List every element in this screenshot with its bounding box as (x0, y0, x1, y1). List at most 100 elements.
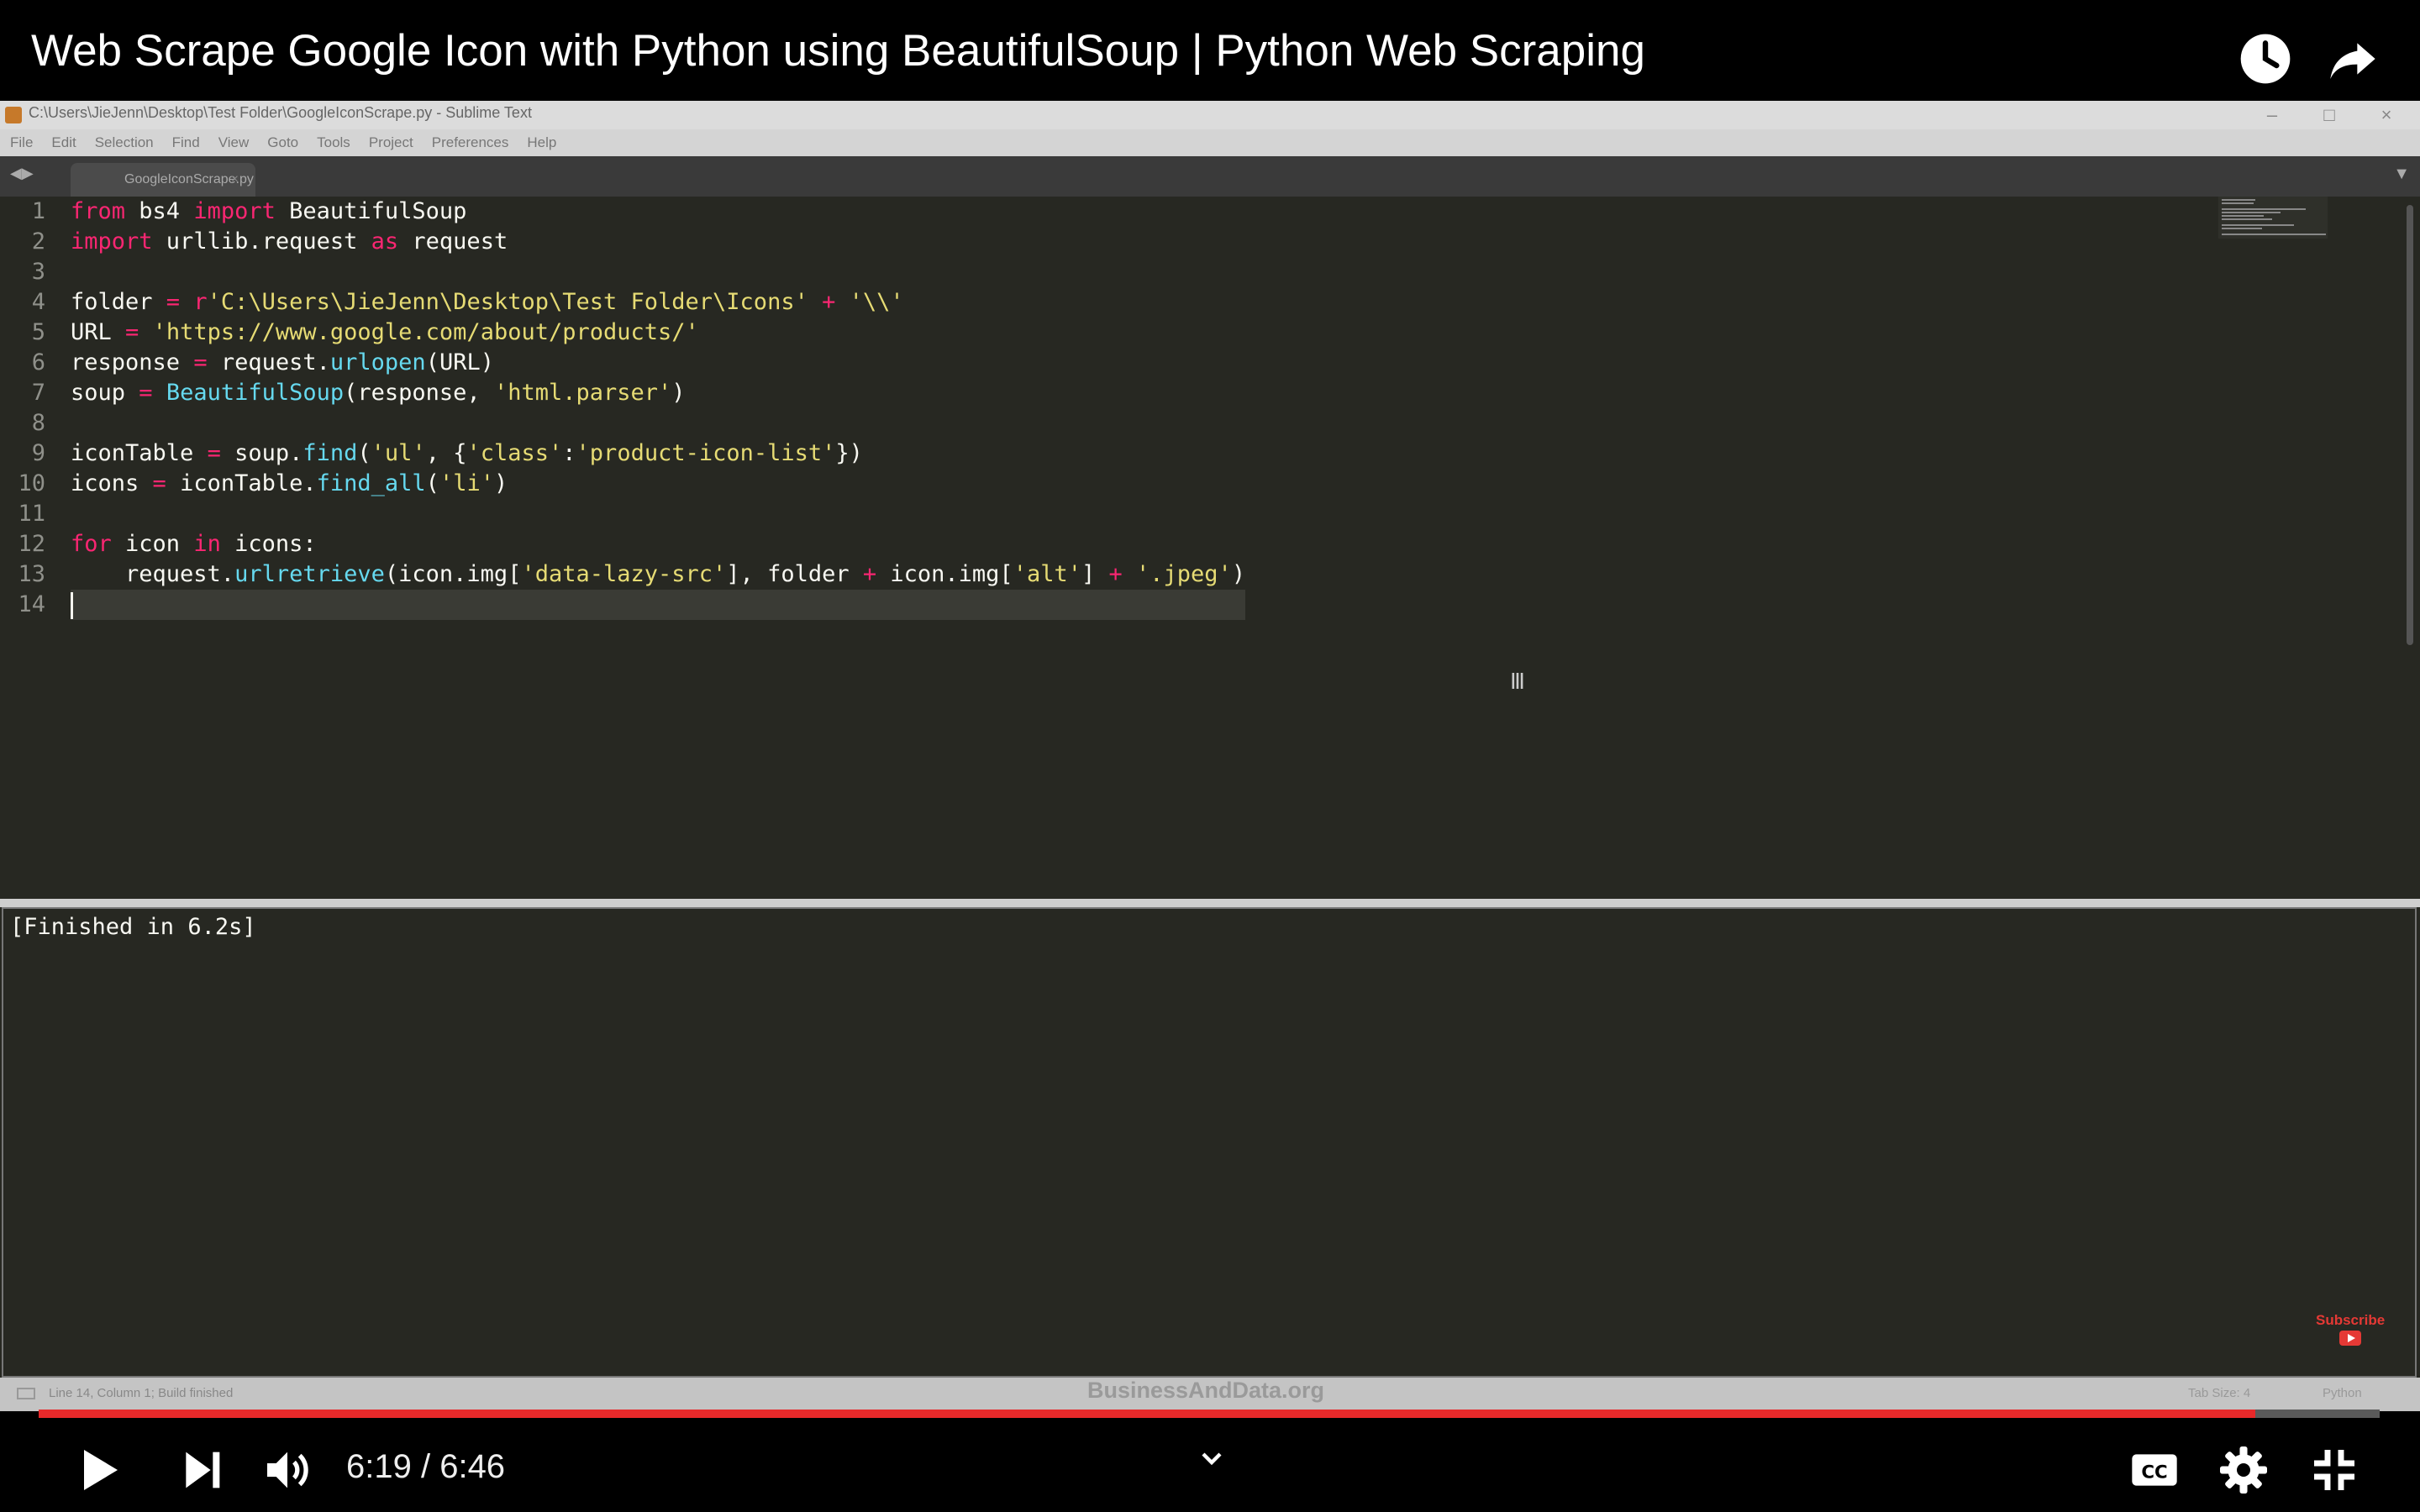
next-icon[interactable] (175, 1443, 229, 1497)
line-number: 6 (31, 349, 45, 375)
code-token: (response, (344, 380, 494, 406)
code-line[interactable]: response = request.urlopen(URL) (71, 348, 1245, 378)
menu-preferences[interactable]: Preferences (422, 129, 518, 151)
code-line[interactable] (71, 590, 1246, 620)
line-number: 5 (31, 319, 45, 345)
line-number: 3 (31, 259, 45, 285)
line-number: 1 (31, 198, 45, 224)
panel-splitter[interactable] (0, 899, 2420, 907)
code-token: 'https://www.google.com/about/products/' (152, 319, 699, 345)
code-line[interactable]: soup = BeautifulSoup(response, 'html.par… (71, 378, 1245, 408)
code-token: request. (71, 561, 235, 587)
video-title[interactable]: Web Scrape Google Icon with Python using… (31, 25, 1645, 76)
menu-selection[interactable]: Selection (85, 129, 162, 151)
volume-icon[interactable] (260, 1443, 314, 1497)
tab-close-icon[interactable]: × (231, 163, 239, 197)
code-token: request. (207, 349, 330, 375)
code-token: = (125, 319, 139, 345)
exit-fullscreen-icon[interactable] (2307, 1443, 2361, 1497)
watch-later-icon[interactable] (2238, 32, 2292, 86)
code-line[interactable] (71, 499, 1245, 529)
code-token: icons (71, 470, 153, 496)
code-token: folder (71, 289, 166, 315)
sublime-app-icon (5, 107, 22, 123)
video-progress-fill (39, 1410, 2255, 1418)
code-token: iconTable. (166, 470, 317, 496)
code-token: BeautifulSoup (166, 380, 345, 406)
menu-tools[interactable]: Tools (307, 129, 359, 151)
status-syntax[interactable]: Python (2323, 1386, 2362, 1400)
code-token: ] (1081, 561, 1109, 587)
code-line[interactable]: folder = r'C:\Users\JieJenn\Desktop\Test… (71, 287, 1245, 318)
menu-file[interactable]: File (0, 129, 41, 151)
code-token: iconTable (71, 440, 208, 466)
console-toggle-icon[interactable] (17, 1388, 35, 1399)
minimap[interactable] (2218, 197, 2328, 239)
tab-nav-arrows-icon[interactable]: ◀▶ (10, 165, 34, 182)
share-icon[interactable] (2326, 32, 2380, 86)
window-title: C:\Users\JieJenn\Desktop\Test Folder\Goo… (29, 104, 532, 121)
settings-gear-icon[interactable] (2217, 1443, 2270, 1497)
chevron-down-icon[interactable] (1195, 1441, 1228, 1475)
code-line[interactable]: for icon in icons: (71, 529, 1245, 559)
code-token: import (71, 228, 153, 255)
play-icon[interactable] (71, 1443, 124, 1497)
code-token: ], folder (726, 561, 863, 587)
code-token: urlopen (329, 349, 426, 375)
close-button[interactable]: × (2370, 102, 2403, 128)
code-token: icon (111, 531, 194, 557)
code-line[interactable]: URL = 'https://www.google.com/about/prod… (71, 318, 1245, 348)
menu-help[interactable]: Help (517, 129, 565, 151)
build-output-panel[interactable]: [Finished in 6.2s] Subscribe (2, 907, 2417, 1378)
code-token: 'product-icon-list' (576, 440, 836, 466)
code-line[interactable]: import urllib.request as request (71, 227, 1245, 257)
menu-view[interactable]: View (208, 129, 258, 151)
line-number: 11 (18, 501, 45, 527)
maximize-button[interactable]: □ (2312, 102, 2346, 128)
code-token: from (71, 198, 126, 224)
code-token: urllib.request (152, 228, 371, 255)
code-token: 'alt' (1013, 561, 1081, 587)
code-token: icons: (220, 531, 317, 557)
menu-goto[interactable]: Goto (257, 129, 307, 151)
code-line[interactable]: request.urlretrieve(icon.img['data-lazy-… (71, 559, 1245, 590)
time-display: 6:19 / 6:46 (346, 1448, 505, 1486)
code-token: ) (493, 470, 508, 496)
tab-dropdown-icon[interactable]: ▼ (2393, 165, 2410, 184)
menu-project[interactable]: Project (359, 129, 422, 151)
code-line[interactable]: iconTable = soup.find('ul', {'class':'pr… (71, 438, 1245, 469)
code-token: response (71, 349, 194, 375)
captions-icon[interactable]: CC (2128, 1443, 2181, 1497)
sublime-text-window: C:\Users\JieJenn\Desktop\Test Folder\Goo… (0, 101, 2420, 1411)
code-area[interactable]: from bs4 import BeautifulSoup import urll… (71, 197, 1246, 620)
text-cursor-icon: Ⅲ (1510, 669, 1525, 694)
menu-edit[interactable]: Edit (41, 129, 84, 151)
code-line[interactable] (71, 408, 1245, 438)
line-number: 2 (31, 228, 45, 255)
code-token: soup. (220, 440, 303, 466)
code-line[interactable] (71, 257, 1245, 287)
code-token: 'html.parser' (493, 380, 672, 406)
line-number: 13 (18, 561, 45, 587)
status-bar: Line 14, Column 1; Build finished Busine… (0, 1378, 2420, 1411)
code-editor[interactable]: 1 2 3 4 5 6 7 8 9 10 11 12 13 14 from bs4 import Beau… (0, 197, 2420, 899)
code-line[interactable]: from bs4 import BeautifulSoup (71, 197, 1245, 227)
menu-find[interactable]: Find (162, 129, 208, 151)
editor-scrollbar[interactable] (2407, 205, 2413, 645)
code-token: request (398, 228, 508, 255)
code-token: '\\' (849, 289, 904, 315)
video-progress-bar[interactable] (39, 1410, 2380, 1418)
code-token: r (193, 289, 208, 315)
menu-bar: File Edit Selection Find View Goto Tools Projec… (0, 129, 2420, 157)
line-number: 8 (31, 410, 45, 436)
subscribe-badge[interactable]: Subscribe (2316, 1312, 2385, 1346)
code-token: ( (357, 440, 371, 466)
status-tab-size[interactable]: Tab Size: 4 (2188, 1386, 2250, 1400)
tab-file[interactable]: GoogleIconScrape.py × (71, 163, 255, 197)
code-line[interactable]: icons = iconTable.find_all('li') (71, 469, 1245, 499)
minimize-button[interactable]: – (2255, 102, 2289, 128)
